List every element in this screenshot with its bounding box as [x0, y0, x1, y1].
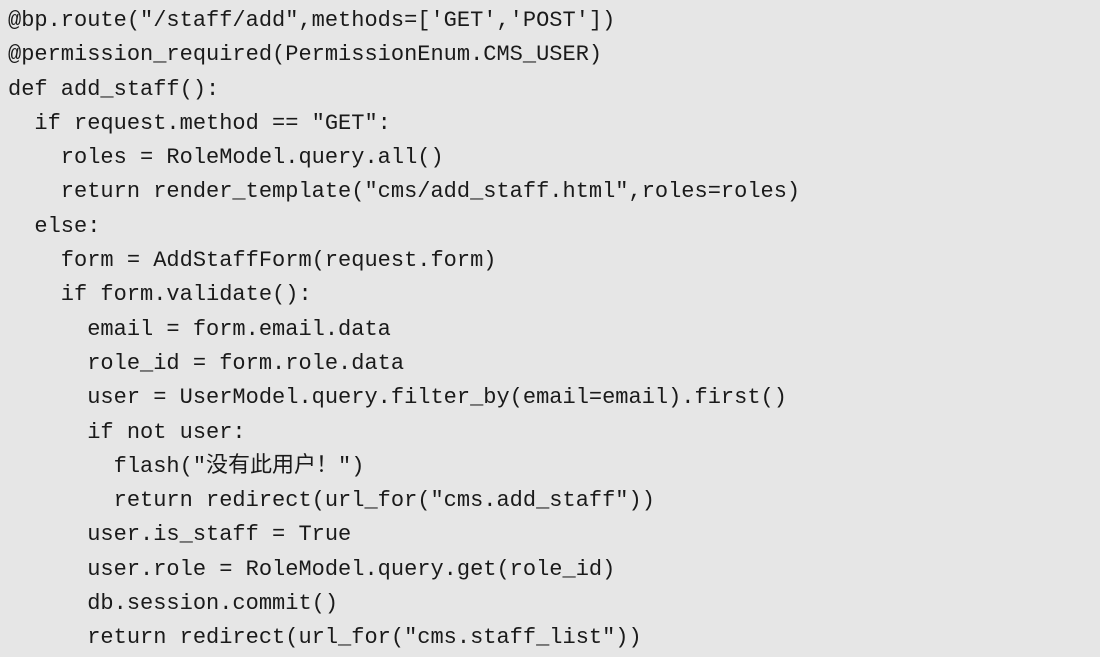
- code-line-13: if not user:: [8, 419, 246, 445]
- code-line-1: @bp.route("/staff/add",methods=['GET','P…: [8, 8, 616, 33]
- code-line-4: if request.method == "GET":: [8, 110, 391, 136]
- code-line-18: db.session.commit(): [8, 591, 339, 617]
- code-line-11: role_id = form.role.data: [8, 350, 405, 376]
- code-line-5: roles = RoleModel.query.all(): [8, 145, 444, 171]
- code-line-10: email = form.email.data: [8, 316, 391, 342]
- code-line-3: def add_staff():: [8, 76, 220, 102]
- code-line-17: user.role = RoleModel.query.get(role_id): [8, 556, 616, 582]
- code-block: @bp.route("/staff/add",methods=['GET','P…: [0, 0, 1100, 657]
- code-line-2: @permission_required(PermissionEnum.CMS_…: [8, 42, 603, 68]
- code-line-8: form = AddStaffForm(request.form): [8, 248, 497, 274]
- code-line-15: return redirect(url_for("cms.add_staff")…: [8, 488, 655, 514]
- code-line-7: else:: [8, 213, 101, 239]
- code-line-16: user.is_staff = True: [8, 522, 352, 548]
- code-line-19: return redirect(url_for("cms.staff_list"…: [8, 625, 642, 651]
- code-line-12: user = UserModel.query.filter_by(email=e…: [8, 385, 787, 411]
- code-line-6: return render_template("cms/add_staff.ht…: [8, 179, 801, 205]
- code-line-9: if form.validate():: [8, 282, 312, 308]
- code-line-14: flash("没有此用户！"): [8, 453, 365, 479]
